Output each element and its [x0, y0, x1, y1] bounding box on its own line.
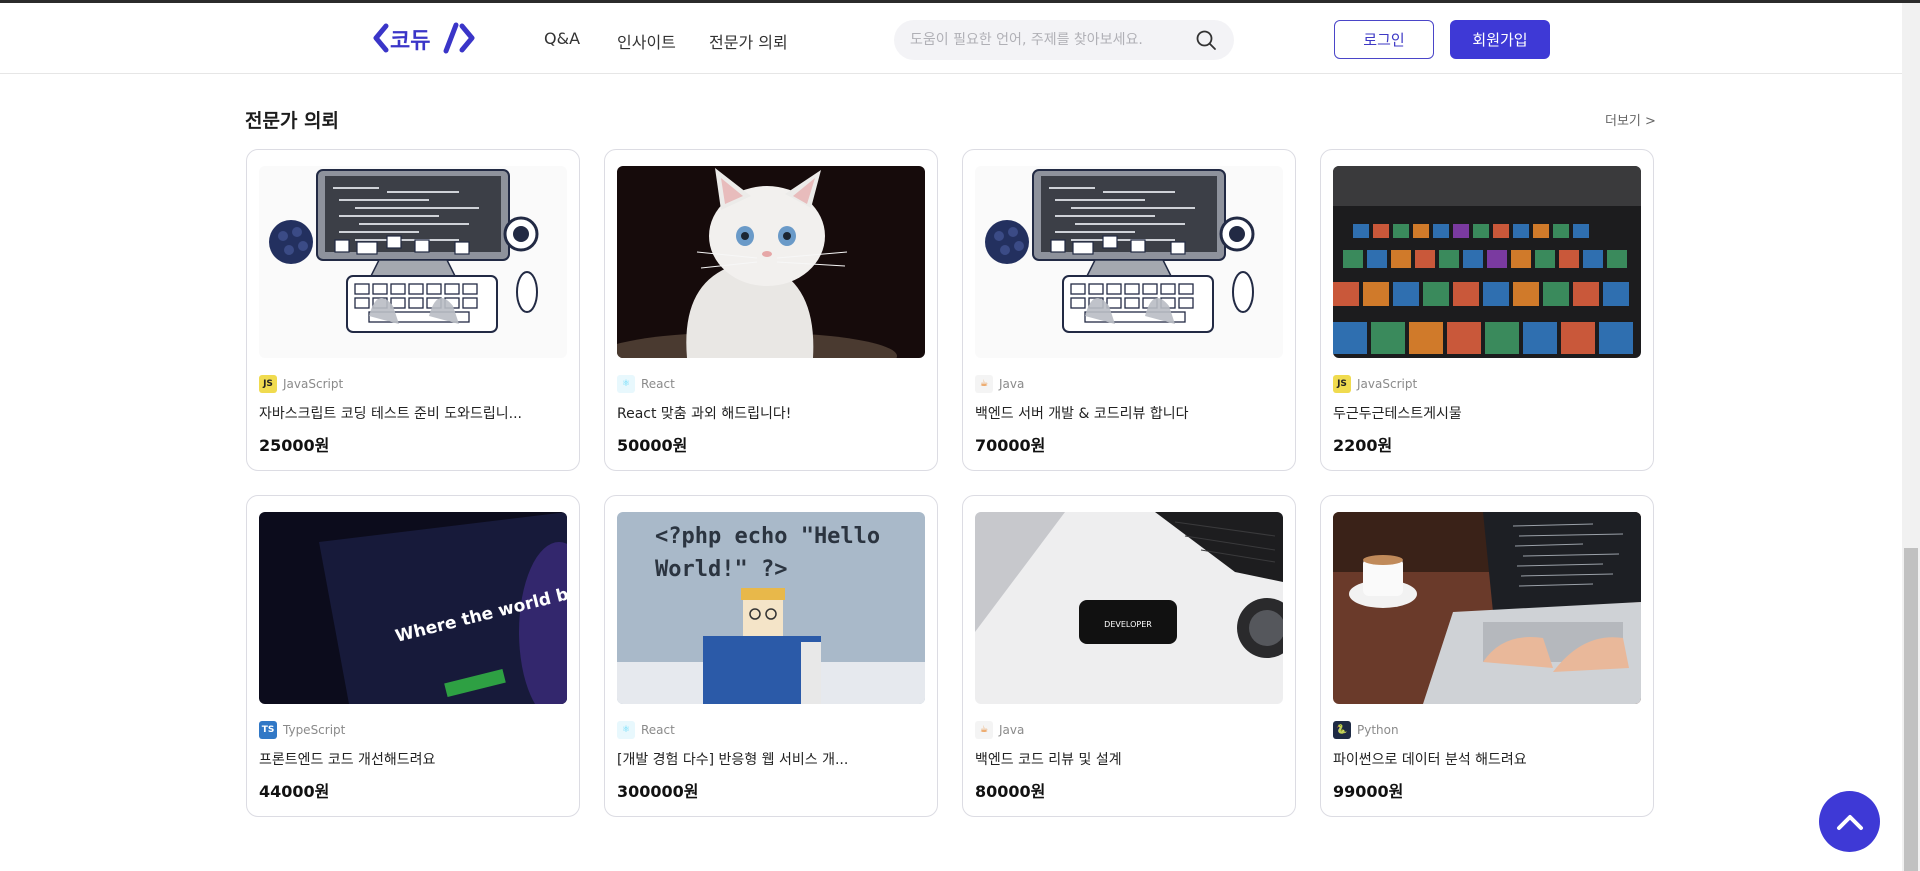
card-title: 백엔드 코드 리뷰 및 설계: [975, 752, 1122, 768]
theater-seats-photo-thumbnail: [1333, 166, 1641, 358]
expert-card[interactable]: JS JavaScript 두근두근테스트게시물 2200원: [1320, 149, 1654, 471]
expert-card[interactable]: JS JavaScript 자바스크립트 코딩 테스트 준비 도와드립니... …: [246, 149, 580, 471]
phone-screen-text: DEVELOPER: [1104, 620, 1152, 629]
javascript-icon: JS: [259, 375, 277, 393]
php-code-text: <?php echo "Hello World!" ?>: [655, 524, 894, 582]
card-title: React 맞춤 과외 해드립니다!: [617, 406, 792, 422]
lang-tag: ⚛ React: [617, 721, 675, 739]
card-title: 두근두근테스트게시물: [1333, 406, 1462, 422]
lang-tag: JS JavaScript: [259, 375, 343, 393]
lang-tag: 🐍 Python: [1333, 721, 1399, 739]
lang-label: TypeScript: [283, 723, 346, 737]
card-price: 99000원: [1333, 782, 1404, 801]
expert-card[interactable]: Where the world builds software TS TypeS…: [246, 495, 580, 817]
lang-label: Python: [1357, 723, 1399, 737]
nav-qna[interactable]: Q&A: [544, 29, 580, 48]
lang-label: JavaScript: [1357, 377, 1418, 391]
expert-card[interactable]: ☕ Java 백엔드 서버 개발 & 코드리뷰 합니다 70000원: [962, 149, 1296, 471]
chevron-up-icon: [1836, 814, 1863, 830]
developer-phone-photo-thumbnail: DEVELOPER: [975, 512, 1283, 704]
signup-button[interactable]: 회원가입: [1450, 20, 1550, 59]
card-price: 44000원: [259, 782, 330, 801]
search-icon[interactable]: [1194, 28, 1218, 52]
lang-label: React: [641, 723, 675, 737]
react-icon: ⚛: [617, 721, 635, 739]
card-price: 70000원: [975, 436, 1046, 455]
lang-label: Java: [999, 377, 1025, 391]
lang-label: Java: [999, 723, 1025, 737]
card-title: 파이썬으로 데이터 분석 해드려요: [1333, 752, 1527, 768]
github-laptop-photo-thumbnail: Where the world builds software: [259, 512, 567, 704]
card-title: 프론트엔드 코드 개선해드려요: [259, 752, 436, 768]
card-price: 80000원: [975, 782, 1046, 801]
scroll-to-top-button[interactable]: [1819, 791, 1880, 852]
more-link[interactable]: 더보기 >: [1605, 110, 1656, 129]
card-price: 50000원: [617, 436, 688, 455]
expert-card[interactable]: ⚛ React React 맞춤 과외 해드립니다! 50000원: [604, 149, 938, 471]
lang-tag: ☕ Java: [975, 375, 1024, 393]
typescript-icon: TS: [259, 721, 277, 739]
coding-illustration-thumbnail: [259, 166, 567, 358]
coding-illustration-thumbnail: [975, 166, 1283, 358]
card-title: 백엔드 서버 개발 & 코드리뷰 합니다: [975, 406, 1189, 422]
card-title: [개발 경험 다수] 반응형 웹 서비스 개...: [617, 752, 849, 768]
lang-tag: TS TypeScript: [259, 721, 345, 739]
card-title: 자바스크립트 코딩 테스트 준비 도와드립니...: [259, 406, 522, 422]
java-icon: ☕: [975, 721, 993, 739]
nav-insight[interactable]: 인사이트: [617, 29, 676, 53]
expert-card[interactable]: DEVELOPER ☕ Java 백엔드 코드 리뷰 및 설계 80000원: [962, 495, 1296, 817]
site-header: 코듀 Q&A 인사이트 전문가 의뢰 로그인 회원가입: [0, 3, 1902, 74]
laptop-coffee-photo-thumbnail: [1333, 512, 1641, 704]
javascript-icon: JS: [1333, 375, 1351, 393]
lang-label: React: [641, 377, 675, 391]
card-price: 2200원: [1333, 436, 1393, 455]
card-price: 25000원: [259, 436, 330, 455]
expert-card[interactable]: <?php echo "Hello World!" ?> ⚛ React [개발…: [604, 495, 938, 817]
python-icon: 🐍: [1333, 721, 1351, 739]
nav-expert-request[interactable]: 전문가 의뢰: [709, 29, 788, 53]
lang-tag: ⚛ React: [617, 375, 675, 393]
card-price: 300000원: [617, 782, 699, 801]
white-kitten-photo-thumbnail: [617, 166, 925, 358]
svg-text:코듀: 코듀: [390, 29, 430, 54]
lang-tag: JS JavaScript: [1333, 375, 1417, 393]
section-title: 전문가 의뢰: [245, 110, 340, 132]
login-button[interactable]: 로그인: [1334, 20, 1434, 59]
expert-card[interactable]: 🐍 Python 파이썬으로 데이터 분석 해드려요 99000원: [1320, 495, 1654, 817]
java-icon: ☕: [975, 375, 993, 393]
lang-label: JavaScript: [283, 377, 344, 391]
search-bar: [894, 20, 1234, 60]
php-hello-world-photo-thumbnail: <?php echo "Hello World!" ?>: [617, 512, 925, 704]
search-input[interactable]: [910, 32, 1194, 48]
codu-logo[interactable]: 코듀: [372, 21, 478, 55]
react-icon: ⚛: [617, 375, 635, 393]
scrollbar-thumb[interactable]: [1904, 548, 1918, 871]
lang-tag: ☕ Java: [975, 721, 1024, 739]
